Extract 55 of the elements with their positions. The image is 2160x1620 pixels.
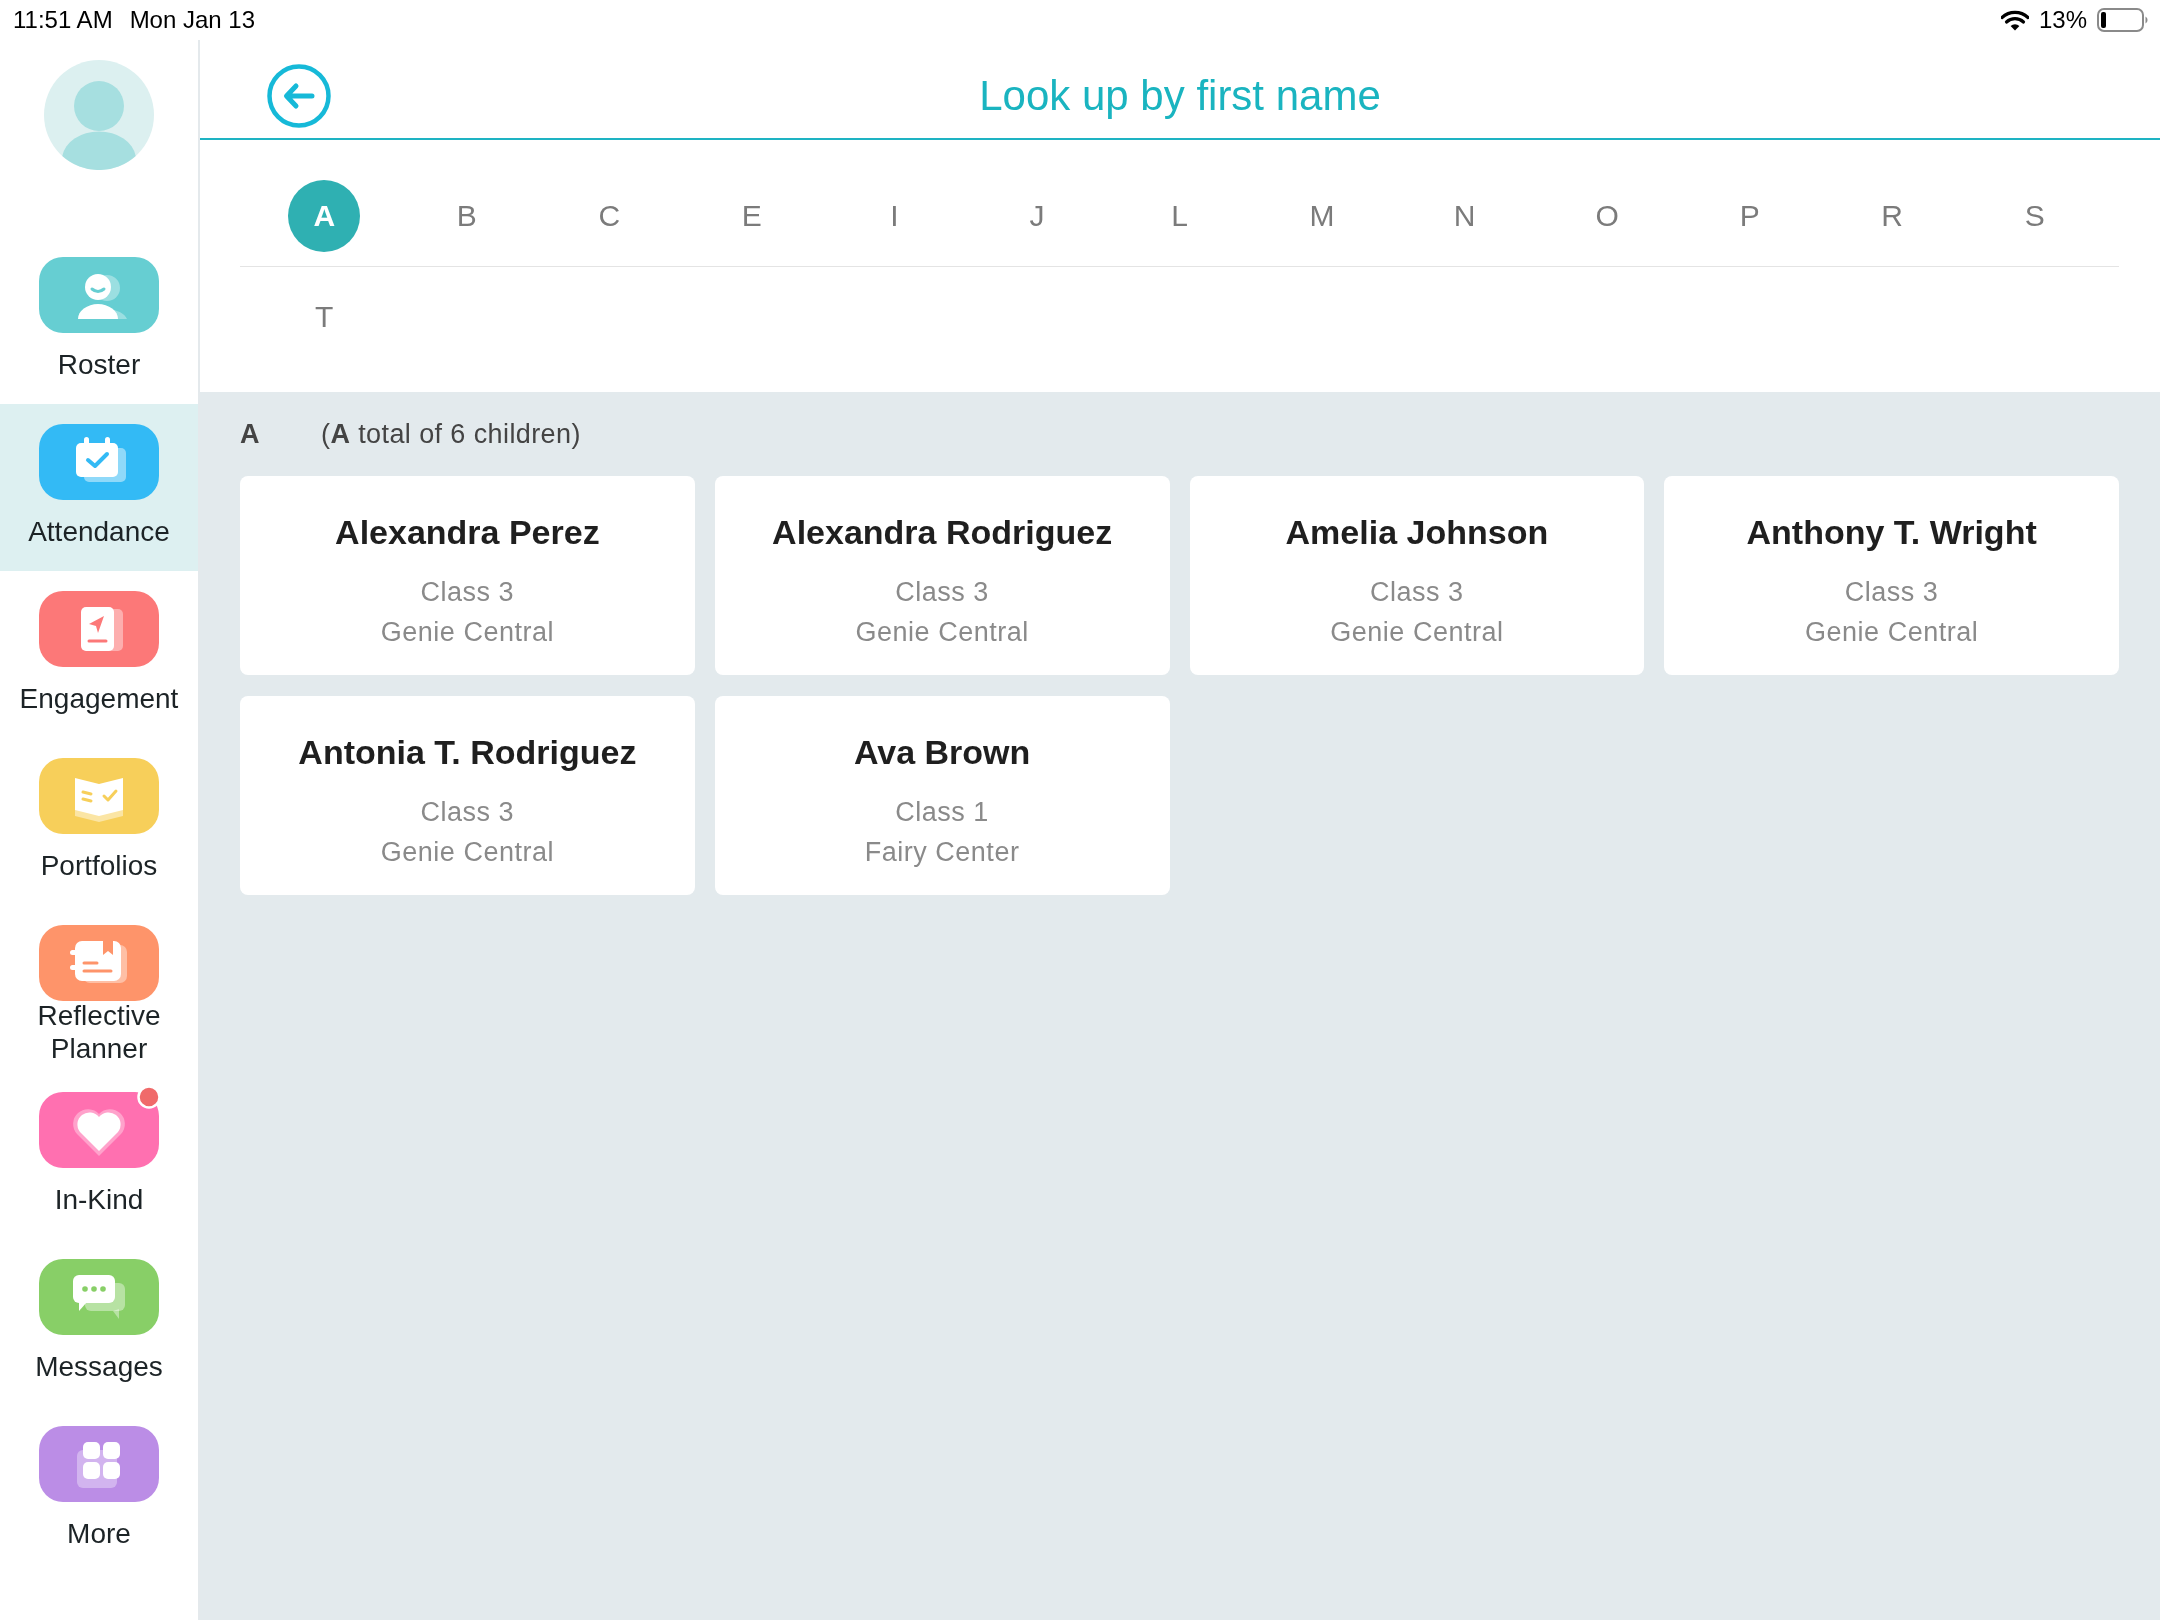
children-count: (A total of 6 children) [321, 418, 581, 450]
avatar-icon[interactable] [44, 60, 154, 170]
child-name: Ava Brown [853, 732, 1031, 773]
child-name: Alexandra Perez [335, 512, 600, 553]
class-name: Class 3 [895, 576, 989, 609]
letter-tab[interactable]: E [715, 180, 788, 252]
child-card[interactable]: Anthony T. Wright Class 3 Genie Central [1664, 476, 2119, 675]
class-name: Class 1 [895, 796, 989, 829]
status-date: Mon Jan 13 [129, 6, 256, 34]
letter-tab[interactable]: B [430, 180, 503, 252]
center-name: Genie Central [855, 616, 1029, 649]
sidebar-item[interactable]: Reflective Planner [0, 905, 198, 1072]
battery-percent: 13% [2038, 6, 2087, 34]
center-name: Genie Central [380, 616, 554, 649]
sidebar-item[interactable]: Attendance [0, 404, 198, 571]
battery-icon [2097, 8, 2149, 32]
center-name: Genie Central [1805, 616, 1979, 649]
letter-tab[interactable]: P [1713, 180, 1786, 252]
letter-tab[interactable]: N [1428, 180, 1501, 252]
letter-tab[interactable]: C [573, 180, 646, 252]
center-name: Genie Central [380, 836, 554, 869]
letter-tab[interactable]: O [1571, 180, 1644, 252]
back-button[interactable] [267, 64, 331, 128]
child-card[interactable]: Amelia Johnson Class 3 Genie Central [1189, 476, 1645, 675]
letter-tab[interactable]: R [1856, 180, 1929, 252]
letter-tab[interactable]: I [858, 180, 931, 252]
letter-tab[interactable]: S [1998, 180, 2071, 252]
child-card[interactable]: Alexandra Rodriguez Class 3 Genie Central [714, 476, 1170, 675]
section-letter: A [240, 418, 261, 450]
child-name: Amelia Johnson [1285, 512, 1549, 553]
class-name: Class 3 [1844, 576, 1939, 609]
sidebar-item[interactable]: In-Kind [0, 1072, 198, 1239]
letter-tab[interactable]: L [1143, 180, 1216, 252]
page-title: Look up by first name [979, 71, 1381, 121]
center-name: Genie Central [1330, 616, 1504, 649]
center-name: Fairy Center [864, 836, 1020, 869]
child-card[interactable]: Alexandra Perez Class 3 Genie Central [240, 476, 695, 675]
child-card[interactable]: Ava Brown Class 1 Fairy Center [714, 696, 1170, 895]
class-name: Class 3 [1370, 576, 1464, 609]
class-name: Class 3 [420, 576, 515, 609]
sidebar-item[interactable]: Portfolios [0, 738, 198, 905]
letter-tab[interactable]: T [288, 281, 361, 353]
child-name: Alexandra Rodriguez [772, 512, 1113, 553]
wifi-icon [2000, 9, 2029, 31]
letter-tab[interactable]: M [1286, 180, 1359, 252]
child-card[interactable]: Antonia T. Rodriguez Class 3 Genie Central [240, 696, 695, 895]
sidebar-item[interactable]: Engagement [0, 571, 198, 738]
sidebar-item[interactable]: More [0, 1406, 198, 1573]
status-time: 11:51 AM [13, 6, 113, 34]
letter-tab[interactable]: J [1000, 180, 1073, 252]
sidebar-item[interactable]: Messages [0, 1239, 198, 1406]
child-name: Anthony T. Wright [1746, 512, 2037, 553]
class-name: Class 3 [420, 796, 515, 829]
child-name: Antonia T. Rodriguez [298, 732, 637, 773]
sidebar-item[interactable]: Roster [0, 237, 198, 404]
